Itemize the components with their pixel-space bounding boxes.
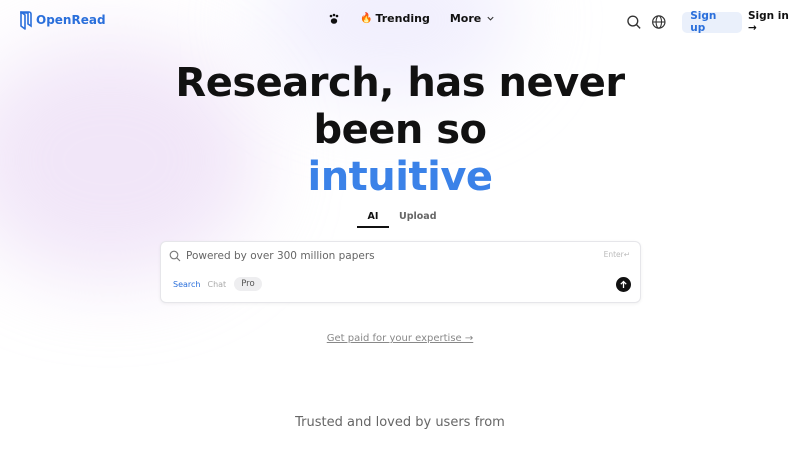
search-icon[interactable] [626, 14, 642, 30]
paw-icon [329, 13, 339, 24]
search-box: Enter↵ Search Chat Pro [160, 241, 641, 303]
tab-upload[interactable]: Upload [399, 211, 437, 228]
enter-hint: Enter↵ [603, 250, 630, 259]
hero-accent: intuitive [307, 154, 493, 200]
search-icon [169, 250, 181, 262]
logo[interactable]: OpenRead [19, 10, 106, 30]
hero-line-1: Research, has never [175, 60, 625, 106]
sign-in-link[interactable]: Sign in → [748, 10, 800, 34]
hero-heading: Research, has never been so intuitive [0, 60, 800, 201]
tab-ai[interactable]: AI [357, 211, 389, 228]
hero-line-2: been so [313, 107, 487, 153]
sign-up-button[interactable]: Sign up [682, 10, 742, 34]
fire-icon: 🔥 [360, 13, 373, 24]
get-paid-link[interactable]: Get paid for your expertise → [0, 333, 800, 344]
send-button[interactable] [616, 277, 631, 292]
mode-chat[interactable]: Chat [207, 280, 226, 289]
trusted-heading: Trusted and loved by users from [295, 415, 505, 430]
search-input[interactable] [186, 247, 586, 265]
nav-trending-label: Trending [375, 12, 430, 25]
mode-search[interactable]: Search [173, 280, 200, 289]
site-header: OpenRead 🔥 Trending More Sign up Sign in… [0, 0, 800, 40]
nav-more[interactable]: More [450, 12, 495, 25]
globe-icon[interactable] [651, 14, 667, 30]
arrow-up-icon [620, 280, 627, 288]
logo-book-icon [20, 11, 32, 30]
header-actions: Sign up Sign in → [626, 10, 800, 34]
logo-text: OpenRead [36, 13, 106, 27]
search-mode-row: Search Chat Pro [173, 277, 262, 291]
chevron-down-icon [487, 16, 494, 21]
nav-trending[interactable]: 🔥 Trending [360, 12, 430, 25]
nav-more-label: More [449, 12, 482, 25]
main-nav: 🔥 Trending More [328, 12, 495, 25]
mode-pro[interactable]: Pro [234, 277, 262, 291]
mode-tabs: AI Upload [357, 211, 437, 228]
paw-nav-item[interactable] [328, 13, 340, 25]
